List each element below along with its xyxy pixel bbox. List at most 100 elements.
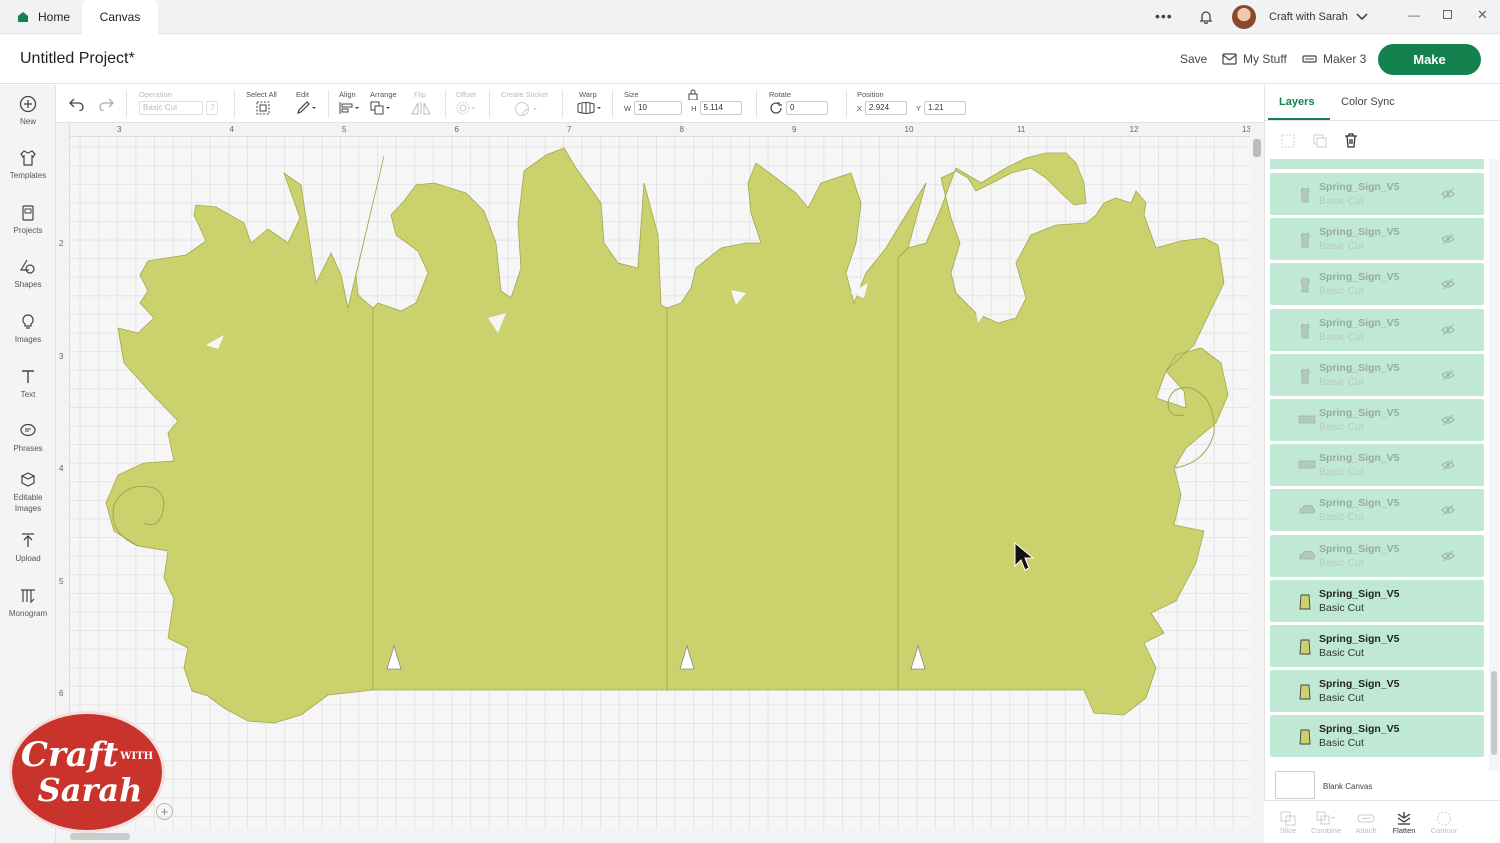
hidden-eye-icon[interactable] (1441, 369, 1455, 381)
tool-projects[interactable]: Projects (0, 204, 56, 236)
contour-button[interactable]: Contour (1424, 811, 1464, 835)
flatten-button[interactable]: Flatten (1384, 811, 1424, 835)
layer-item[interactable]: Spring_Sign_V5 Basic Cut (1270, 534, 1484, 577)
layer-item[interactable]: Spring_Sign_V5 Basic Cut (1270, 353, 1484, 396)
pencil-icon (297, 101, 316, 114)
vertical-scroll-thumb[interactable] (1253, 139, 1261, 157)
separator (489, 90, 490, 118)
tool-upload[interactable]: Upload (0, 532, 56, 564)
horizontal-scrollbar[interactable] (56, 830, 1250, 843)
arrange-icon (370, 101, 390, 115)
lock-icon[interactable] (688, 89, 698, 100)
shirt-icon (20, 150, 36, 166)
minimize-icon[interactable]: — (1408, 8, 1420, 22)
lightbulb-icon (22, 314, 34, 329)
contour-label: Contour (1430, 826, 1458, 835)
my-stuff-button[interactable]: My Stuff (1222, 52, 1287, 66)
layer-item[interactable]: Spring_Sign_V5 Basic Cut (1270, 173, 1484, 215)
duplicate-icon[interactable] (1312, 133, 1328, 149)
hidden-eye-icon[interactable] (1441, 324, 1455, 336)
layer-item[interactable]: Spring_Sign_V5 Basic Cut (1270, 308, 1484, 351)
hidden-eye-icon[interactable] (1441, 414, 1455, 426)
chevron-down-icon[interactable] (1356, 12, 1368, 22)
rotate-input[interactable]: 0 (786, 101, 828, 115)
tool-new[interactable]: New (0, 95, 56, 127)
layers-scroll-thumb[interactable] (1491, 671, 1497, 755)
operation-select[interactable]: Basic Cut (139, 101, 203, 115)
layer-item[interactable]: Spring_Sign_V5 Basic Cut (1270, 670, 1484, 713)
save-button[interactable]: Save (1180, 52, 1207, 66)
tool-templates[interactable]: Templates (0, 149, 56, 181)
ruler-left-label: 4 (59, 464, 64, 473)
layer-item[interactable]: Spring_Sign_V5 Basic Cut (1270, 218, 1484, 261)
tool-images[interactable]: Images (0, 313, 56, 345)
layer-item[interactable]: Spring_Sign_V5 Basic Cut (1270, 625, 1484, 667)
layer-thumbnail-icon (1299, 684, 1311, 700)
tool-editable-images[interactable]: Editable Images (0, 471, 56, 514)
hidden-eye-icon[interactable] (1441, 550, 1455, 562)
vertical-scrollbar[interactable] (1250, 123, 1264, 843)
height-input[interactable]: 5.114 (699, 101, 742, 115)
close-icon[interactable]: ✕ (1477, 7, 1488, 23)
tool-monogram[interactable]: Monogram (0, 587, 56, 619)
operation-help[interactable]: ? (206, 101, 218, 115)
blank-canvas-swatch[interactable] (1275, 771, 1315, 799)
slice-button[interactable]: Slice (1268, 811, 1308, 835)
layer-item[interactable]: Spring_Sign_V5 Basic Cut (1270, 399, 1484, 441)
operation-caption: Operation (139, 90, 172, 99)
combine-button[interactable]: Combine (1306, 811, 1346, 835)
redo-icon[interactable] (98, 97, 114, 111)
hidden-eye-icon[interactable] (1441, 278, 1455, 290)
width-input[interactable]: 10 (634, 101, 683, 115)
warp-icon (577, 102, 601, 114)
tool-phrases[interactable]: Phrases (0, 422, 56, 454)
account-name[interactable]: Craft with Sarah (1269, 11, 1348, 23)
tab-layers[interactable]: Layers (1279, 96, 1314, 108)
avatar[interactable] (1232, 5, 1256, 29)
layer-item[interactable]: Spring_Sign_V5 Basic Cut (1270, 715, 1484, 758)
tab-color-sync[interactable]: Color Sync (1341, 96, 1395, 108)
layer-item[interactable]: Spring_Sign_V5 Basic Cut (1270, 263, 1484, 306)
speech-bubble-icon (20, 423, 36, 437)
layer-operation: Basic Cut (1319, 737, 1364, 750)
sign-panel-2 (372, 147, 668, 691)
attach-button[interactable]: Attach (1346, 811, 1386, 835)
horizontal-scroll-thumb[interactable] (70, 833, 130, 840)
ruler-left-label: 5 (59, 576, 64, 586)
hidden-eye-icon[interactable] (1441, 504, 1455, 516)
layer-operation: Basic Cut (1319, 601, 1364, 614)
layer-thumbnail-icon (1300, 232, 1310, 248)
hidden-eye-icon[interactable] (1441, 233, 1455, 245)
group-icon[interactable] (1280, 133, 1296, 149)
zoom-in-button[interactable]: + (156, 803, 173, 820)
make-button[interactable]: Make (1378, 44, 1481, 75)
tab-canvas[interactable]: Canvas (82, 0, 158, 34)
separator (445, 90, 446, 118)
restore-icon[interactable] (1443, 10, 1452, 19)
hidden-eye-icon[interactable] (1441, 459, 1455, 471)
sign-panel-4 (897, 152, 1229, 716)
y-input[interactable]: 1.21 (924, 101, 967, 115)
layer-item[interactable]: Spring_Sign_V5 Basic Cut (1270, 444, 1484, 487)
more-options-icon[interactable]: ••• (1155, 8, 1173, 24)
flip-caption: Flip (414, 90, 427, 99)
undo-icon[interactable] (69, 97, 85, 111)
width-label: W (624, 103, 632, 113)
design-canvas[interactable] (56, 123, 1250, 830)
spring-sign-design[interactable] (56, 123, 1250, 830)
layer-item[interactable]: Spring_Sign_V5 Basic Cut (1270, 489, 1484, 532)
tool-text[interactable]: Text (0, 368, 56, 400)
machine-selector[interactable]: Maker 3 (1302, 52, 1366, 66)
hidden-eye-icon[interactable] (1441, 188, 1455, 200)
ruler-top-label: 7 (567, 125, 572, 134)
bell-icon[interactable] (1198, 9, 1214, 25)
layers-scrollbar[interactable] (1489, 159, 1499, 771)
trash-icon[interactable] (1343, 132, 1359, 149)
layer-item[interactable]: Spring_Sign_V5 Basic Cut (1270, 579, 1484, 622)
x-input[interactable]: 2.924 (865, 101, 908, 115)
tool-shapes[interactable]: Shapes (0, 258, 56, 290)
tab-home[interactable]: Home (10, 0, 82, 34)
sign-panel-3 (666, 162, 927, 691)
position-caption: Position (857, 90, 884, 99)
tool-text-label: Text (20, 390, 36, 399)
